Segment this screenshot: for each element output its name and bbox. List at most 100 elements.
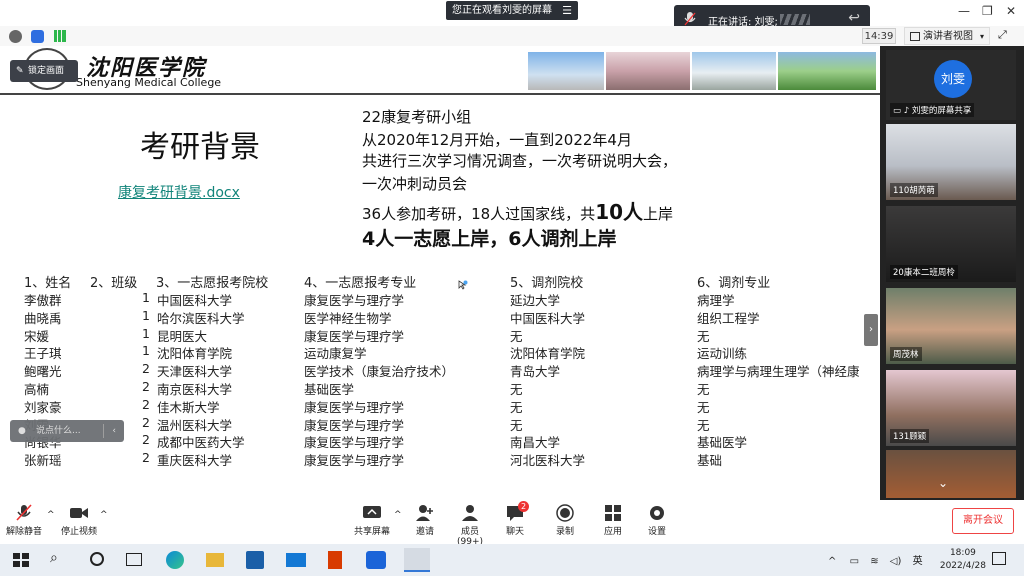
- stat-line-2: 4人一志愿上岸，6人调剂上岸: [362, 224, 617, 251]
- fullscreen-icon[interactable]: ⤢: [998, 28, 1007, 42]
- first-choice-major: 康复医学与理疗学: [304, 399, 405, 415]
- view-icon: [910, 32, 920, 41]
- record-button[interactable]: 录制: [552, 504, 578, 537]
- chevron-up-icon[interactable]: ^: [828, 556, 836, 567]
- campus-photo: [606, 52, 690, 90]
- leave-meeting-button[interactable]: 离开会议: [952, 508, 1014, 534]
- info-icon[interactable]: [9, 30, 22, 43]
- collapse-sidebar-button[interactable]: ›: [864, 314, 878, 346]
- adjusted-major: 无: [697, 328, 710, 344]
- adjusted-school: 青岛大学: [510, 364, 561, 380]
- share-screen-button[interactable]: 共享屏幕: [352, 504, 392, 537]
- chevron-down-icon[interactable]: ⌄: [938, 476, 948, 490]
- stop-video-label: 停止视频: [60, 527, 97, 537]
- store-icon[interactable]: [246, 551, 264, 569]
- participant-tile[interactable]: 周茂林: [886, 288, 1016, 364]
- wifi-icon[interactable]: ≋: [870, 556, 878, 567]
- video-camera-icon: [70, 508, 88, 518]
- class-number: 2: [142, 361, 150, 377]
- file-explorer-icon[interactable]: [206, 553, 224, 567]
- adjusted-major: 组织工程学: [697, 310, 760, 326]
- shield-icon[interactable]: [31, 30, 44, 43]
- task-view-icon[interactable]: [126, 553, 142, 566]
- watching-indicator[interactable]: 您正在观看刘雯的屏幕 ☰: [446, 1, 578, 20]
- student-name: 李傲群: [24, 293, 62, 308]
- first-choice-major: 康复医学与理疗学: [304, 435, 405, 451]
- stop-video-button[interactable]: 停止视频: [58, 504, 100, 537]
- first-choice-school: 昆明医大: [157, 328, 208, 344]
- participant-tile[interactable]: 110胡芮萌: [886, 124, 1016, 200]
- first-choice-major: 医学技术（康复治疗技术）: [304, 364, 455, 380]
- unmute-label: 解除静音: [6, 527, 43, 537]
- settings-button[interactable]: 设置: [644, 504, 670, 537]
- volume-icon[interactable]: ◁): [890, 556, 902, 567]
- participant-tile[interactable]: 131顾颖: [886, 370, 1016, 446]
- first-choice-school: 南京医科大学: [157, 382, 233, 397]
- tencent-meeting-icon[interactable]: [366, 551, 386, 569]
- invite-label: 邀请: [415, 527, 434, 537]
- unmute-button[interactable]: 解除静音: [6, 504, 42, 537]
- first-choice-major: 康复医学与理疗学: [304, 417, 405, 433]
- apps-button[interactable]: 应用: [600, 504, 626, 537]
- comment-input[interactable]: ● 说点什么... ‹: [10, 420, 124, 442]
- ime-indicator[interactable]: 英: [913, 556, 923, 567]
- info-line: 从2020年12月开始，一直到2022年4月: [362, 131, 632, 149]
- adjusted-school: 沈阳体育学院: [510, 346, 586, 362]
- chat-button[interactable]: 聊天 2: [502, 501, 529, 537]
- chevron-up-icon[interactable]: ^: [394, 510, 402, 520]
- active-app-icon[interactable]: [404, 548, 430, 572]
- notification-icon[interactable]: [992, 552, 1006, 565]
- taskbar-clock[interactable]: 18:09 2022/4/28: [940, 547, 986, 573]
- office-icon[interactable]: [328, 551, 342, 569]
- menu-icon[interactable]: ☰: [562, 1, 572, 20]
- search-icon[interactable]: ⌕: [50, 550, 58, 566]
- signal-icon[interactable]: [54, 30, 66, 42]
- divider: [103, 424, 104, 438]
- adjusted-major: 无: [697, 399, 710, 415]
- edge-icon[interactable]: [166, 551, 184, 569]
- collapse-icon[interactable]: ↩: [848, 10, 860, 26]
- minimize-icon[interactable]: —: [958, 4, 970, 18]
- class-number: 1: [142, 307, 150, 323]
- chat-badge: 2: [518, 501, 529, 512]
- meeting-toolbar: 解除静音 ^ 停止视频 ^ 共享屏幕 ^ 邀请 成员(99+) 聊天 2 录制 …: [0, 500, 1024, 547]
- chevron-left-icon[interactable]: ‹: [112, 420, 116, 442]
- close-icon[interactable]: ✕: [1006, 4, 1016, 18]
- avatar: 刘雯: [934, 60, 972, 98]
- chat-bubble-icon: ●: [18, 426, 26, 436]
- share-screen-label: 共享屏幕: [353, 527, 390, 537]
- slide-header: 沈阳医学院 Shenyang Medical College: [0, 46, 880, 92]
- document-link[interactable]: 康复考研背景.docx: [118, 182, 240, 202]
- chevron-up-icon[interactable]: ^: [100, 510, 108, 520]
- windows-taskbar: ⌕ ^ ▭ ≋ ◁) 英 18:09 2022/4/28: [0, 544, 1024, 576]
- student-name: 高楠: [24, 382, 50, 397]
- first-choice-school: 沈阳体育学院: [157, 346, 233, 362]
- view-mode-button[interactable]: 演讲者视图 ▾: [904, 27, 990, 45]
- participant-tile[interactable]: ⌄: [886, 450, 1016, 498]
- comment-placeholder: 说点什么...: [36, 426, 81, 436]
- first-choice-school: 重庆医科大学: [157, 453, 233, 469]
- clock-time: 18:09: [949, 548, 976, 558]
- screen-share-icon: ▭ ♪: [893, 106, 912, 116]
- windows-start-icon[interactable]: [12, 552, 30, 568]
- info-line: 共进行三次学习情况调查，一次考研说明大会，: [362, 152, 678, 170]
- participant-tile[interactable]: 20康本二班周柃: [886, 206, 1016, 282]
- cortana-icon[interactable]: [90, 552, 104, 566]
- column-header-school: 3、一志愿报考院校: [156, 276, 269, 291]
- stat-text: 上岸: [643, 205, 674, 223]
- first-choice-major: 医学神经生物学: [304, 310, 392, 326]
- class-number: 2: [142, 450, 150, 466]
- chevron-up-icon[interactable]: ^: [47, 510, 55, 520]
- adjusted-major: 基础: [697, 453, 723, 469]
- stat-highlight: 6人: [508, 228, 541, 250]
- student-name: 鲍曙光: [24, 364, 62, 380]
- participant-tile[interactable]: 刘雯 ▭ ♪ 刘雯的屏幕共享: [886, 50, 1016, 120]
- mail-icon[interactable]: [286, 553, 306, 567]
- members-button[interactable]: 成员(99+): [448, 504, 492, 547]
- invite-button[interactable]: 邀请: [410, 504, 440, 537]
- battery-icon[interactable]: ▭: [850, 556, 859, 567]
- restore-icon[interactable]: ❐: [982, 4, 993, 18]
- column-header-major: 4、一志愿报考专业: [304, 276, 417, 291]
- lock-screen-button[interactable]: ✎ 锁定画面: [10, 60, 78, 82]
- members-icon: [462, 505, 478, 521]
